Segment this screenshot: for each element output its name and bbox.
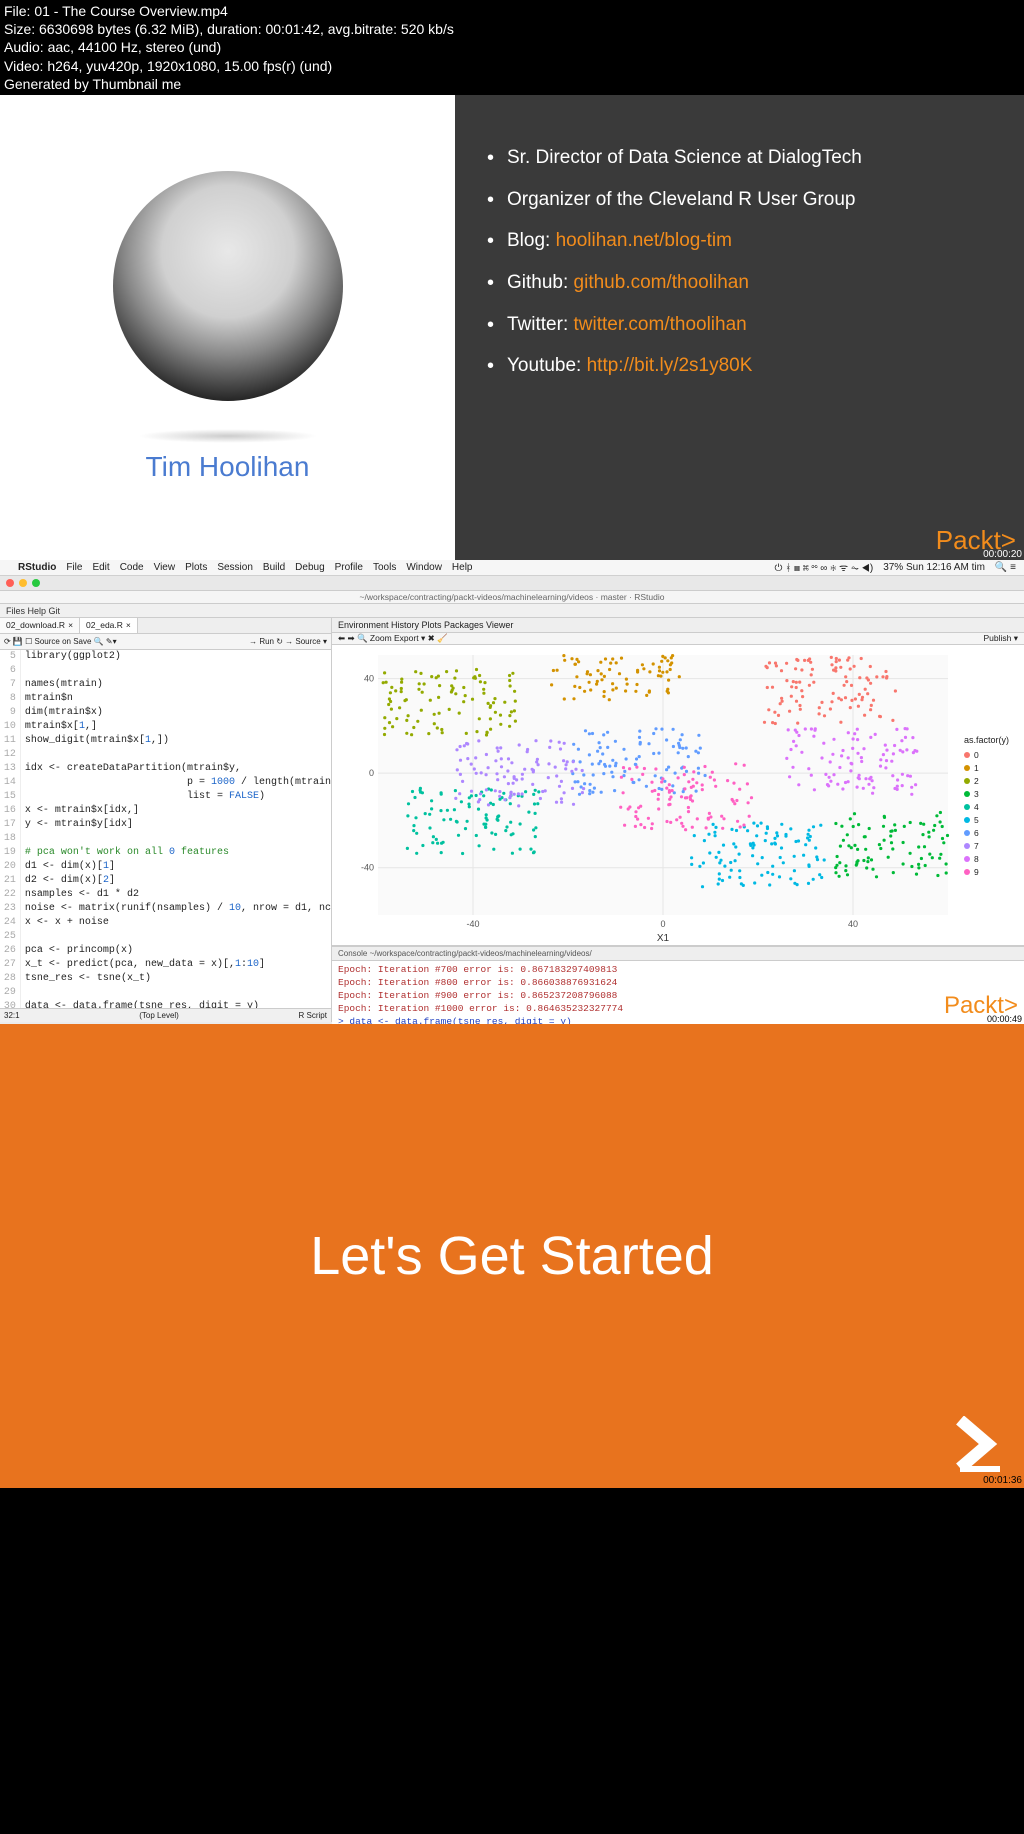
filler: [0, 1488, 1024, 1834]
slide-rstudio: RStudio File Edit Code View Plots Session Buil…: [0, 560, 1024, 1024]
console-header: Console ~/workspace/contracting/packt-vi…: [332, 947, 1024, 961]
photo-shadow: [138, 429, 318, 443]
mac-menu-item[interactable]: Edit: [92, 562, 109, 573]
legend-item: 7: [964, 840, 1024, 853]
plot-legend: as.factor(y) 0123456789: [964, 645, 1024, 945]
plots-toolbar[interactable]: ⬅ ➡ 🔍 Zoom Export ▾ ✖ 🧹 Publish ▾: [332, 633, 1024, 645]
mac-menu-item[interactable]: View: [154, 562, 176, 573]
spotlight-icon[interactable]: 🔍 ≡: [995, 562, 1016, 573]
mac-menu-item[interactable]: Tools: [373, 562, 396, 573]
bio-bullet: Organizer of the Cleveland R User Group: [483, 187, 994, 213]
slide1-right: Sr. Director of Data Science at DialogTe…: [455, 95, 1024, 560]
svg-text:-40: -40: [466, 919, 479, 929]
console-line: Epoch: Iteration #1000 error is: 0.86463…: [338, 1002, 1018, 1015]
chevron-right-icon: [952, 1416, 1008, 1472]
source-statusbar: 32:1 (Top Level) R Script: [0, 1008, 331, 1022]
bio-list: Sr. Director of Data Science at DialogTe…: [483, 145, 994, 379]
svg-text:40: 40: [364, 674, 374, 684]
slide1-left: Tim Hoolihan: [0, 95, 455, 560]
mac-menu-item[interactable]: Code: [120, 562, 144, 573]
zoom-icon[interactable]: [32, 579, 40, 587]
meta-line: Generated by Thumbnail me: [4, 75, 1020, 93]
timestamp: 00:00:20: [983, 549, 1022, 560]
battery-status: 37% Sun 12:16 AM tim: [883, 562, 985, 573]
close-icon[interactable]: [6, 579, 14, 587]
mac-menu-item[interactable]: File: [66, 562, 82, 573]
legend-item: 9: [964, 866, 1024, 879]
right-pane-tabs[interactable]: Environment History Plots Packages Viewe…: [332, 618, 1024, 633]
svg-text:40: 40: [848, 919, 858, 929]
legend-item: 1: [964, 762, 1024, 775]
bio-link[interactable]: hoolihan.net/blog-tim: [556, 230, 732, 251]
meta-line: File: 01 - The Course Overview.mp4: [4, 2, 1020, 20]
mac-menu-item[interactable]: Build: [263, 562, 285, 573]
bio-link[interactable]: http://bit.ly/2s1y80K: [587, 355, 753, 376]
author-photo: [113, 171, 343, 401]
legend-item: 4: [964, 801, 1024, 814]
console-line: Epoch: Iteration #800 error is: 0.866038…: [338, 976, 1018, 989]
thumbnail-metadata: File: 01 - The Course Overview.mp4 Size:…: [0, 0, 1024, 95]
window-titlebar: [0, 576, 1024, 591]
legend-item: 0: [964, 749, 1024, 762]
status-icons: ⏻ ᚼ ▦ ⌘ ⚯ ∞ ✻ ᯤ ⏦ ◀): [775, 560, 874, 574]
close-tab-icon[interactable]: ×: [126, 620, 131, 630]
bio-bullet: Blog: hoolihan.net/blog-tim: [483, 228, 994, 254]
mac-menu-item[interactable]: Help: [452, 562, 473, 573]
timestamp: 00:00:49: [987, 1014, 1022, 1024]
svg-text:X1: X1: [657, 933, 670, 944]
slide3-headline: Let's Get Started: [310, 1225, 714, 1287]
files-help-git[interactable]: Files Help Git: [0, 604, 1024, 618]
svg-text:-40: -40: [361, 863, 374, 873]
mac-menu-item[interactable]: Session: [217, 562, 253, 573]
slide-author-bio: Tim Hoolihan Sr. Director of Data Scienc…: [0, 95, 1024, 560]
console-line: Epoch: Iteration #700 error is: 0.867183…: [338, 963, 1018, 976]
svg-text:0: 0: [660, 919, 665, 929]
meta-line: Size: 6630698 bytes (6.32 MiB), duration…: [4, 20, 1020, 38]
source-pane: 02_download.R× 02_eda.R× ⟳ 💾 ☐ Source on…: [0, 618, 332, 1022]
timestamp: 00:01:36: [983, 1475, 1022, 1486]
meta-line: Video: h264, yuv420p, 1920x1080, 15.00 f…: [4, 57, 1020, 75]
legend-title: as.factor(y): [964, 735, 1024, 745]
bio-bullet: Youtube: http://bit.ly/2s1y80K: [483, 353, 994, 379]
scatter-plot: -40 0 40 -40 0 40 X1: [332, 645, 964, 945]
source-tab-active[interactable]: 02_eda.R×: [80, 618, 138, 633]
source-tab[interactable]: 02_download.R×: [0, 618, 80, 633]
mac-status: ⏻ ᚼ ▦ ⌘ ⚯ ∞ ✻ ᯤ ⏦ ◀) 37% Sun 12:16 AM ti…: [775, 560, 1017, 574]
bio-link[interactable]: twitter.com/thoolihan: [574, 314, 747, 335]
meta-line: Audio: aac, 44100 Hz, stereo (und): [4, 38, 1020, 56]
legend-item: 6: [964, 827, 1024, 840]
source-tabs[interactable]: 02_download.R× 02_eda.R×: [0, 618, 331, 634]
app-name[interactable]: RStudio: [18, 562, 56, 573]
mac-menu-item[interactable]: Window: [406, 562, 442, 573]
legend-item: 8: [964, 853, 1024, 866]
legend-item: 3: [964, 788, 1024, 801]
mac-menu-item[interactable]: Plots: [185, 562, 207, 573]
mac-menu-item[interactable]: Profile: [335, 562, 363, 573]
source-toolbar[interactable]: ⟳ 💾 ☐ Source on Save 🔍 ✎▾ → Run ↻ → Sour…: [0, 634, 331, 650]
close-tab-icon[interactable]: ×: [68, 620, 73, 630]
rstudio-path: ~/workspace/contracting/packt-videos/mac…: [0, 591, 1024, 604]
slide-get-started: Let's Get Started 00:01:36: [0, 1024, 1024, 1488]
bio-bullet: Github: github.com/thoolihan: [483, 270, 994, 296]
author-name: Tim Hoolihan: [146, 451, 310, 483]
mac-menubar[interactable]: RStudio File Edit Code View Plots Session Buil…: [0, 560, 1024, 576]
bio-bullet: Sr. Director of Data Science at DialogTe…: [483, 145, 994, 171]
svg-text:0: 0: [369, 768, 374, 778]
bio-bullet: Twitter: twitter.com/thoolihan: [483, 312, 994, 338]
legend-item: 2: [964, 775, 1024, 788]
plot-area: -40040-40040X1 as.factor(y) 0123456789: [332, 645, 1024, 945]
console-line: Epoch: Iteration #900 error is: 0.865237…: [338, 989, 1018, 1002]
mac-menu-item[interactable]: Debug: [295, 562, 324, 573]
legend-item: 5: [964, 814, 1024, 827]
bio-link[interactable]: github.com/thoolihan: [574, 272, 749, 293]
source-editor[interactable]: 5678910111213141516171819202122232425262…: [0, 650, 331, 1008]
minimize-icon[interactable]: [19, 579, 27, 587]
